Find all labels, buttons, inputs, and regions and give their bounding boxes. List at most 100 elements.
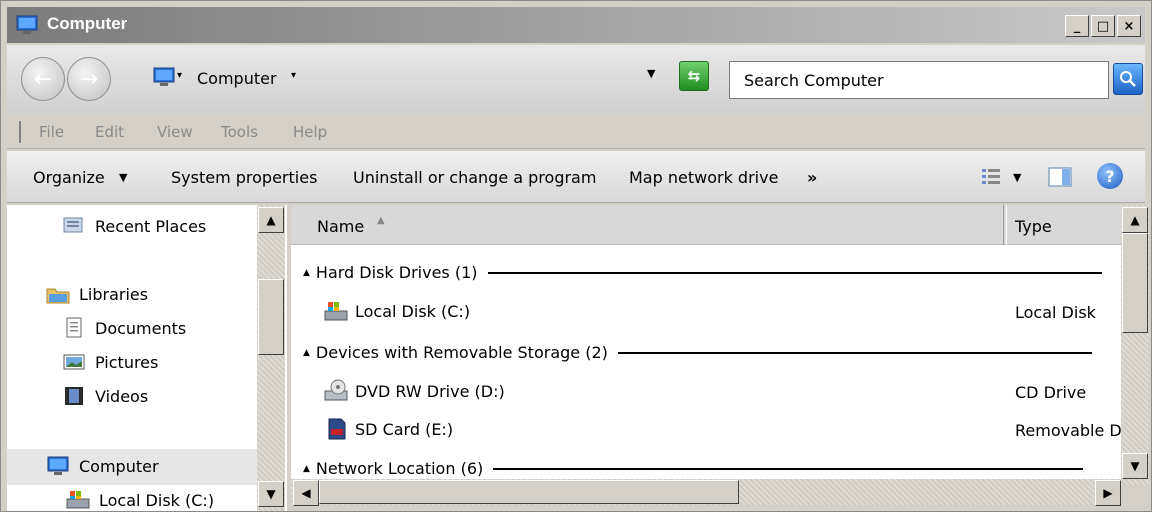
column-type-header[interactable]: Type [1015,217,1052,236]
nav-item-local-disk[interactable]: Local Disk (C:) [65,489,214,511]
pictures-icon [63,354,85,370]
column-header: Name ▲ Type [291,205,1121,245]
preview-pane-icon[interactable] [1047,165,1073,189]
nav-scroll-down-button[interactable]: ▼ [258,481,284,507]
search-button[interactable] [1113,63,1143,95]
menu-help[interactable]: Help [293,123,327,141]
menu-file[interactable]: File [39,123,64,141]
nav-item-recent-places[interactable]: Recent Places [61,215,206,237]
collapse-arrow-icon: ▲ [303,267,310,278]
organize-button[interactable]: Organize [33,168,105,187]
arrow-up-icon: ▲ [1130,213,1140,227]
nav-item-documents[interactable]: Documents [61,317,186,339]
content-scroll-thumb[interactable] [1122,233,1148,333]
close-button[interactable]: × [1117,15,1141,37]
back-button[interactable]: ← [21,57,65,101]
sd-card-icon [328,418,346,440]
group-header-hard-disk[interactable]: ▲ Hard Disk Drives (1) [303,263,1102,282]
explorer-window: Computer _ □ × ← → ▾ Computer ▾ ▼ ⇆ Sear… [0,0,1152,512]
column-name-header[interactable]: Name [317,217,364,236]
menu-tools[interactable]: Tools [221,123,258,141]
group-divider [487,271,1102,274]
group-label: Network Location (6) [315,459,484,478]
content-scroll-right-button[interactable]: ▶ [1095,480,1121,506]
column-separator[interactable] [1003,205,1007,245]
title-bar[interactable]: Computer _ □ × [7,7,1145,43]
nav-item-pictures[interactable]: Pictures [61,351,158,373]
item-name: Local Disk (C:) [355,301,471,321]
navigation-scrollbar[interactable] [257,205,285,511]
arrow-left-icon: ◀ [301,486,311,500]
map-network-drive-button[interactable]: Map network drive [629,168,778,187]
change-view-icon[interactable] [979,165,1005,189]
item-name: SD Card (E:) [355,419,454,439]
breadcrumb[interactable]: ▾ Computer ▾ [141,61,711,97]
local-disk-icon [66,491,90,509]
arrow-down-icon: ▼ [1130,459,1140,473]
content-scroll-left-button[interactable]: ◀ [293,480,319,506]
group-header-removable[interactable]: ▲ Devices with Removable Storage (2) [303,343,1092,362]
group-divider [493,467,1084,470]
documents-icon [66,317,82,338]
search-icon [1120,71,1136,87]
uninstall-button[interactable]: Uninstall or change a program [353,168,596,187]
item-name: DVD RW Drive (D:) [355,381,505,401]
item-type: Local Disk [1015,303,1096,322]
system-properties-button[interactable]: System properties [171,168,317,187]
help-icon: ? [1105,166,1115,186]
group-label: Hard Disk Drives (1) [315,263,478,282]
collapse-arrow-icon: ▲ [303,463,310,474]
computer-icon [47,456,69,475]
nav-item-label: Local Disk (C:) [99,490,215,510]
computer-icon [153,67,175,86]
command-bar: Organize ▼ System properties Uninstall o… [7,151,1145,203]
menu-bar: File Edit View Tools Help [7,115,1145,149]
navigation-pane: Recent Places Libraries Documents Pictur… [7,205,287,511]
nav-item-label: Computer [79,456,159,476]
help-button[interactable]: ? [1097,163,1123,189]
maximize-button[interactable]: □ [1091,15,1115,37]
arrow-up-icon: ▲ [266,213,276,227]
computer-icon [16,15,38,34]
organize-dropdown-icon[interactable]: ▼ [119,171,127,184]
menu-edit[interactable]: Edit [95,123,124,141]
window-title: Computer [47,14,128,33]
dvd-drive-icon [324,379,348,401]
nav-item-label: Videos [95,386,149,406]
search-input[interactable]: Search Computer [729,61,1109,99]
content-scroll-down-button[interactable]: ▼ [1122,453,1148,479]
group-header-network[interactable]: ▲ Network Location (6) [303,459,1084,478]
videos-icon [65,387,83,405]
nav-item-computer[interactable]: Computer [45,455,159,477]
menu-view[interactable]: View [157,123,193,141]
nav-item-videos[interactable]: Videos [61,385,148,407]
view-dropdown-icon[interactable]: ▼ [1013,171,1021,184]
minimize-button[interactable]: _ [1065,15,1089,37]
breadcrumb-chevron-icon[interactable]: ▾ [291,70,296,81]
list-item[interactable]: Local Disk (C:) [323,299,470,323]
collapse-arrow-icon: ▲ [303,347,310,358]
libraries-icon [46,288,70,304]
breadcrumb-computer[interactable]: Computer [197,69,277,88]
item-type: Removable D [1015,421,1121,440]
group-label: Devices with Removable Storage (2) [315,343,608,362]
local-disk-icon [324,302,348,321]
forward-button[interactable]: → [67,57,111,101]
nav-scroll-up-button[interactable]: ▲ [258,207,284,233]
list-item[interactable]: DVD RW Drive (D:) [323,379,505,403]
breadcrumb-arrow-icon[interactable]: ▾ [177,70,182,81]
content-scroll-up-button[interactable]: ▲ [1122,207,1148,233]
arrow-right-icon: ▶ [1103,486,1113,500]
list-item[interactable]: SD Card (E:) [323,417,453,441]
address-dropdown-icon[interactable]: ▼ [647,67,655,80]
nav-item-label: Recent Places [95,216,207,236]
back-arrow-icon: ← [33,66,53,92]
nav-item-libraries[interactable]: Libraries [45,283,148,305]
nav-scroll-thumb[interactable] [258,279,284,355]
forward-arrow-icon: → [79,66,99,92]
content-hscroll-thumb[interactable] [319,480,739,504]
refresh-button[interactable]: ⇆ [679,61,709,91]
nav-item-label: Pictures [95,352,159,372]
refresh-icon: ⇆ [687,67,701,85]
more-commands-button[interactable]: » [807,168,817,187]
